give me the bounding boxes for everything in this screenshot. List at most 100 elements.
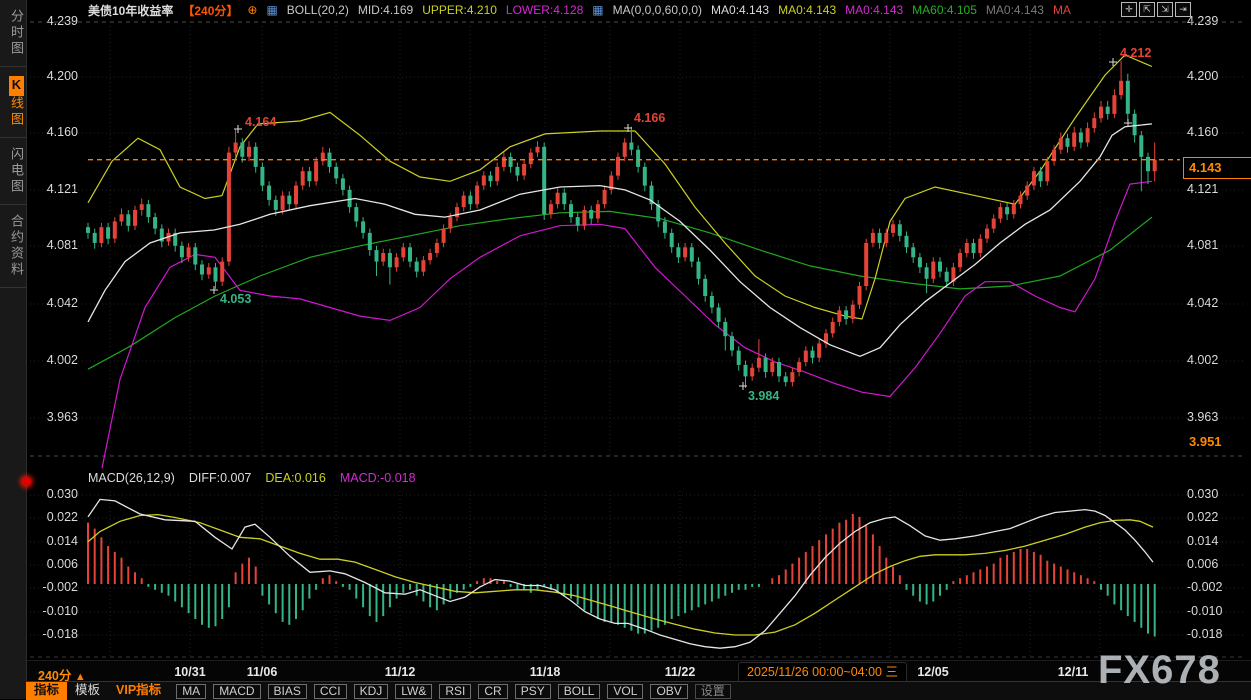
ma-indicator-icon[interactable]: ▦ — [592, 3, 603, 17]
candle-body — [576, 217, 580, 226]
candle-body — [442, 229, 446, 243]
candle-body — [911, 247, 915, 257]
indicator-button-lw&[interactable]: LW& — [395, 684, 432, 699]
candle-body — [1032, 171, 1036, 185]
candle-body — [482, 176, 486, 186]
indicator-button-boll[interactable]: BOLL — [558, 684, 601, 699]
candle-body — [750, 368, 754, 377]
indicator-button-cci[interactable]: CCI — [314, 684, 347, 699]
candle-body — [965, 243, 969, 253]
candle-body — [542, 147, 546, 214]
ma0-magenta-value: MA0:4.143 — [845, 3, 903, 17]
candle-body — [603, 190, 607, 204]
candle-body — [1005, 207, 1009, 214]
candle-body — [207, 267, 211, 274]
candle-body — [153, 217, 157, 229]
pan-crosshair-icon[interactable]: ✛ — [1121, 2, 1137, 17]
exit-chart-icon[interactable]: ⇥ — [1175, 2, 1191, 17]
sidebar-tab-1[interactable]: 分时图 — [0, 0, 26, 67]
candle-body — [254, 147, 258, 167]
toolbar-tab-3[interactable]: VIP指标 — [108, 682, 169, 700]
candle-body — [328, 153, 332, 167]
candle-body — [844, 310, 848, 319]
sidebar-tab-4[interactable]: 合约资料 — [0, 205, 26, 288]
candle-body — [86, 227, 90, 233]
candle-body — [804, 351, 808, 363]
candle-body — [1112, 95, 1116, 114]
ma0-white-value: MA0:4.143 — [711, 3, 769, 17]
candle-body — [509, 157, 513, 167]
candle-body — [878, 233, 882, 243]
chart-canvas[interactable]: 4.1644.0534.1663.9844.212 — [0, 0, 1251, 699]
toolbar-tab-2[interactable]: 模板 — [67, 682, 108, 700]
indicator-button-cr[interactable]: CR — [478, 684, 507, 699]
date-tick-label: 11/12 — [385, 665, 416, 679]
candle-body — [120, 214, 124, 221]
candle-body — [549, 204, 553, 214]
candle-body — [126, 214, 130, 226]
candle-body — [864, 243, 868, 286]
sidebar-tab-3[interactable]: 闪电图 — [0, 138, 26, 205]
candle-body — [428, 253, 432, 260]
indicator-button-psy[interactable]: PSY — [515, 684, 551, 699]
candle-body — [234, 143, 238, 153]
candle-body — [998, 207, 1002, 219]
candle-body — [710, 296, 714, 308]
expand-circle-icon[interactable]: ⊕ — [247, 3, 257, 17]
ma-red-label: MA — [1053, 3, 1071, 17]
alert-blink-icon — [22, 477, 31, 486]
candle-body — [690, 247, 694, 261]
candle-body — [972, 243, 976, 253]
indicator-button-kdj[interactable]: KDJ — [354, 684, 389, 699]
candle-body — [1059, 138, 1063, 150]
candle-body — [958, 253, 962, 267]
symbol-title: 美债10年收益率 — [88, 2, 173, 19]
candle-body — [448, 217, 452, 229]
indicator-button-vol[interactable]: VOL — [607, 684, 643, 699]
candle-body — [670, 233, 674, 247]
candle-body — [220, 262, 224, 282]
indicator-button-rsi[interactable]: RSI — [439, 684, 471, 699]
candle-body — [811, 351, 815, 358]
candle-body — [582, 210, 586, 226]
candle-body — [140, 204, 144, 210]
candle-body — [1039, 171, 1043, 181]
indicator-button-bias[interactable]: BIAS — [268, 684, 307, 699]
candle-body — [938, 262, 942, 272]
indicator-button-ma[interactable]: MA — [176, 684, 206, 699]
indicator-button-obv[interactable]: OBV — [650, 684, 687, 699]
last-price-badge: 4.143 — [1183, 157, 1251, 179]
extreme-price-label: 4.053 — [220, 292, 251, 306]
extreme-price-label: 4.212 — [1120, 46, 1151, 60]
macd-macd-value: MACD:-0.018 — [340, 471, 416, 485]
boll-indicator-icon[interactable]: ▦ — [266, 3, 277, 17]
scale-axis-right-icon[interactable]: ⇲ — [1157, 2, 1173, 17]
candle-body — [817, 343, 821, 357]
candle-body — [596, 204, 600, 218]
candle-body — [240, 143, 244, 157]
ma-label: MA(0,0,0,60,0,0) — [613, 3, 702, 17]
candle-body — [93, 233, 97, 243]
candle-body — [717, 308, 721, 322]
scale-axis-left-icon[interactable]: ⇱ — [1139, 2, 1155, 17]
candle-body — [784, 376, 788, 382]
candle-body — [462, 196, 466, 208]
candle-body — [629, 143, 633, 150]
indicator-button-macd[interactable]: MACD — [213, 684, 260, 699]
chart-window-controls: ✛⇱⇲⇥ — [1121, 2, 1191, 17]
macd-params: MACD(26,12,9) — [88, 471, 175, 485]
candle-body — [831, 322, 835, 334]
date-tick-label: 12/05 — [917, 665, 948, 679]
candle-body — [569, 204, 573, 217]
candle-body — [381, 253, 385, 262]
date-tick-label: 12/11 — [1058, 665, 1089, 679]
ma60-green-value: MA60:4.105 — [912, 3, 977, 17]
candle-body — [723, 322, 727, 336]
candle-body — [1099, 107, 1103, 119]
candle-body — [623, 143, 627, 157]
candle-body — [146, 204, 150, 217]
sidebar-tab-2[interactable]: K线图 — [0, 67, 26, 138]
toolbar-tab-1[interactable]: 指标 — [26, 682, 67, 700]
extreme-price-label: 4.164 — [245, 115, 276, 129]
settings-button[interactable]: 设置 — [695, 684, 731, 699]
